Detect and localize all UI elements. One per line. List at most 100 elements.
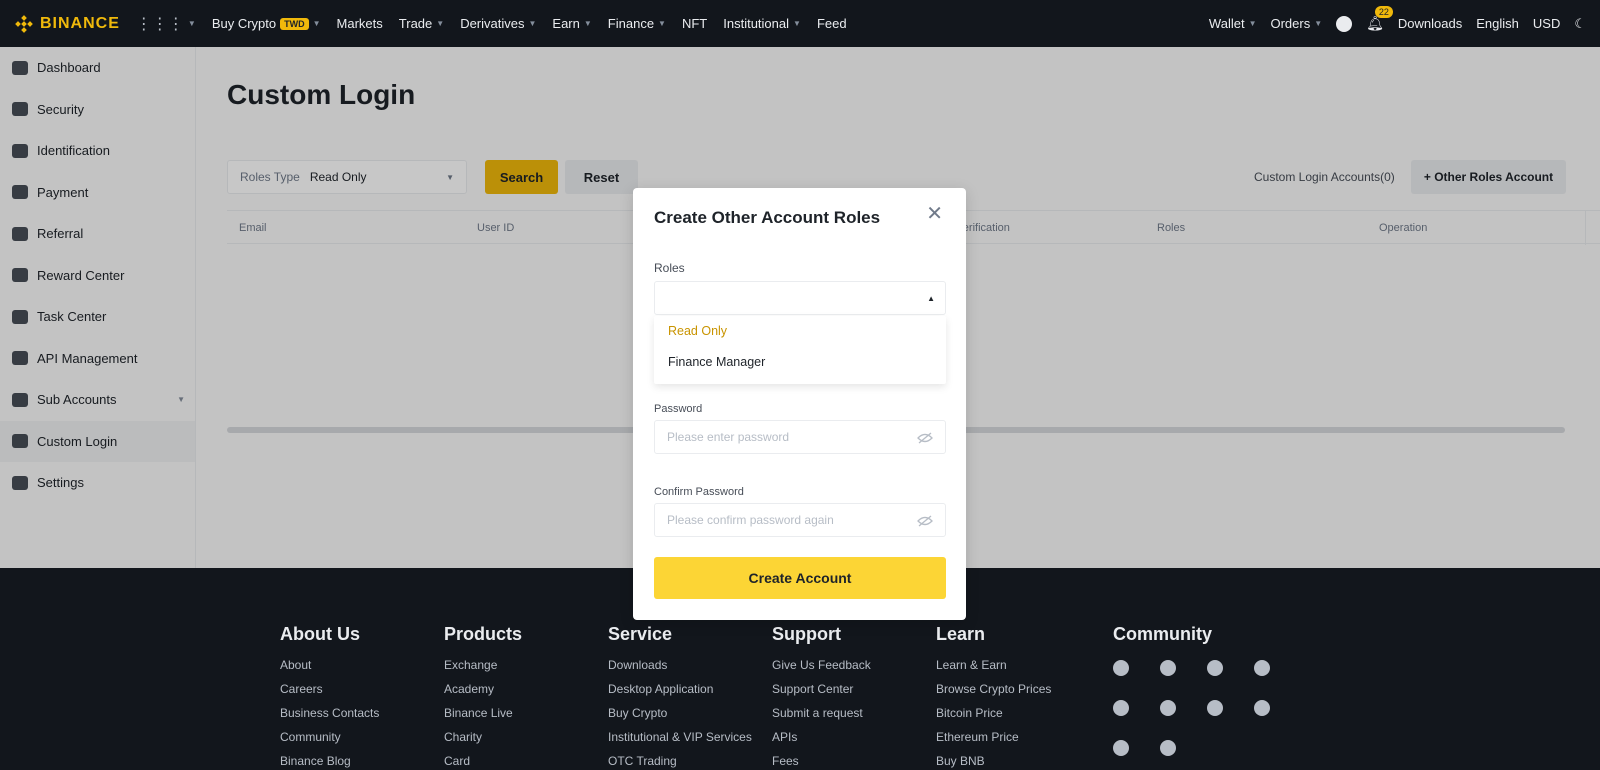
footer-link[interactable]: APIs — [772, 729, 871, 753]
profile-button[interactable] — [1336, 15, 1353, 32]
confirm-password-field[interactable]: Please confirm password again — [654, 503, 946, 537]
footer-link[interactable]: Browse Crypto Prices — [936, 681, 1051, 705]
top-nav: BINANCE ⋮⋮⋮ ▼ Buy Crypto TWD ▼ Markets Trade… — [0, 0, 1600, 47]
role-option-read-only[interactable]: Read Only — [654, 316, 946, 347]
apps-menu[interactable]: ⋮⋮⋮ ▼ — [136, 14, 196, 34]
footer-link[interactable]: Buy BNB — [936, 753, 1051, 770]
footer-link[interactable]: Submit a request — [772, 705, 871, 729]
footer-link[interactable]: Learn & Earn — [936, 657, 1051, 681]
chevron-down-icon: ▼ — [312, 19, 321, 28]
notification-badge: 22 — [1374, 6, 1393, 18]
footer-link[interactable]: Desktop Application — [608, 681, 752, 705]
chevron-down-icon: ▼ — [436, 19, 445, 28]
footer-link[interactable]: Binance Blog — [280, 753, 379, 770]
footer-link[interactable]: OTC Trading — [608, 753, 752, 770]
vk-icon[interactable] — [1113, 740, 1129, 756]
footer-community: Community — [1113, 624, 1212, 657]
language-selector[interactable]: English — [1476, 16, 1519, 31]
footer-column-about-us: About Us About Careers Business Contacts Com… — [280, 624, 379, 770]
discord-icon[interactable] — [1113, 660, 1129, 676]
footer-link[interactable]: Academy — [444, 681, 522, 705]
wallet-label: Wallet — [1208, 16, 1245, 31]
currency-selector[interactable]: USD — [1533, 16, 1560, 31]
footer-link[interactable]: Fees — [772, 753, 871, 770]
footer-link[interactable]: Downloads — [608, 657, 752, 681]
roles-label: Roles — [654, 261, 685, 275]
footer-link[interactable]: Bitcoin Price — [936, 705, 1051, 729]
coinmarketcap-icon[interactable] — [1254, 700, 1270, 716]
downloads-label: Downloads — [1397, 16, 1463, 31]
nav-item-label: Markets — [336, 16, 383, 31]
footer-link[interactable]: Binance Live — [444, 705, 522, 729]
footer-link[interactable]: Careers — [280, 681, 379, 705]
chevron-down-icon: ▼ — [658, 19, 666, 28]
nav-item-feed[interactable]: Feed — [817, 16, 847, 31]
chevron-down-icon: ▼ — [1314, 19, 1323, 28]
nav-item-institutional[interactable]: Institutional ▼ — [723, 16, 801, 31]
reddit-icon[interactable] — [1160, 700, 1176, 716]
grid-icon: ⋮⋮⋮ — [135, 15, 184, 33]
roles-dropdown: Read Only Finance Manager — [654, 316, 946, 384]
moon-icon: ☾ — [1574, 15, 1586, 31]
currency-label: USD — [1532, 16, 1561, 31]
password-label: Password — [654, 403, 703, 415]
nav-item-nft[interactable]: NFT — [682, 16, 707, 31]
footer-link[interactable]: Card — [444, 753, 522, 770]
notifications-button[interactable]: 🔔︎ 22 — [1366, 6, 1393, 32]
theme-toggle[interactable]: ☾ — [1574, 16, 1586, 32]
nav-item-label: Trade — [398, 16, 433, 31]
footer-link[interactable]: Institutional & VIP Services — [608, 729, 752, 753]
nav-item-markets[interactable]: Markets — [337, 16, 383, 31]
instagram-icon[interactable] — [1207, 700, 1223, 716]
footer-heading: Support — [772, 624, 841, 644]
nav-item-buy-crypto[interactable]: Buy Crypto TWD ▼ — [212, 16, 321, 31]
footer-link[interactable]: Exchange — [444, 657, 522, 681]
footer-link[interactable]: Community — [280, 729, 379, 753]
chevron-down-icon: ▼ — [793, 19, 801, 28]
tiktok-icon[interactable] — [1207, 660, 1223, 676]
password-field[interactable]: Please enter password — [654, 420, 946, 454]
youtube-icon[interactable] — [1160, 740, 1176, 756]
close-icon[interactable]: ✕ — [926, 204, 943, 224]
currency-badge: TWD — [280, 17, 309, 30]
nav-item-label: Feed — [816, 16, 847, 31]
downloads-link[interactable]: Downloads — [1398, 16, 1462, 31]
caret-up-icon: ▲ — [927, 294, 935, 303]
nav-item-label: Earn — [552, 16, 580, 31]
nav-item-label: Derivatives — [460, 16, 525, 31]
footer-link[interactable]: Ethereum Price — [936, 729, 1051, 753]
footer-link[interactable]: Business Contacts — [280, 705, 379, 729]
footer-link[interactable]: Charity — [444, 729, 522, 753]
nav-item-trade[interactable]: Trade ▼ — [399, 16, 444, 31]
role-option-finance-manager[interactable]: Finance Manager — [654, 347, 946, 378]
modal-title: Create Other Account Roles — [654, 208, 881, 227]
create-account-button[interactable]: Create Account — [654, 557, 946, 599]
roles-select[interactable]: ▲ — [654, 281, 946, 315]
facebook-icon[interactable] — [1254, 660, 1270, 676]
wallet-menu[interactable]: Wallet ▼ — [1209, 16, 1257, 31]
telegram-icon[interactable] — [1160, 660, 1176, 676]
eye-off-icon[interactable] — [917, 432, 933, 444]
password-placeholder: Please enter password — [667, 430, 790, 444]
footer-column-support: Support Give Us Feedback Support Center Sub… — [772, 624, 871, 770]
confirm-password-label: Confirm Password — [654, 486, 744, 498]
twitter-icon[interactable] — [1113, 700, 1129, 716]
nav-item-label: Finance — [607, 16, 655, 31]
create-roles-modal: Create Other Account Roles ✕ Roles ▲ Rea… — [633, 188, 966, 620]
orders-menu[interactable]: Orders ▼ — [1270, 16, 1322, 31]
nav-item-earn[interactable]: Earn ▼ — [552, 16, 591, 31]
footer-link[interactable]: Support Center — [772, 681, 871, 705]
nav-item-label: Institutional — [723, 16, 790, 31]
nav-item-derivatives[interactable]: Derivatives ▼ — [460, 16, 536, 31]
footer-link[interactable]: Give Us Feedback — [772, 657, 871, 681]
binance-logo[interactable]: BINANCE — [14, 14, 120, 34]
footer-heading: Learn — [936, 624, 986, 644]
profile-icon — [1336, 15, 1353, 32]
chevron-down-icon: ▼ — [528, 19, 537, 28]
footer-link[interactable]: About — [280, 657, 379, 681]
eye-off-icon[interactable] — [917, 515, 933, 527]
footer-link[interactable]: Buy Crypto — [608, 705, 752, 729]
footer-heading: Products — [444, 624, 523, 644]
binance-logo-icon — [15, 14, 33, 33]
nav-item-finance[interactable]: Finance ▼ — [608, 16, 666, 31]
